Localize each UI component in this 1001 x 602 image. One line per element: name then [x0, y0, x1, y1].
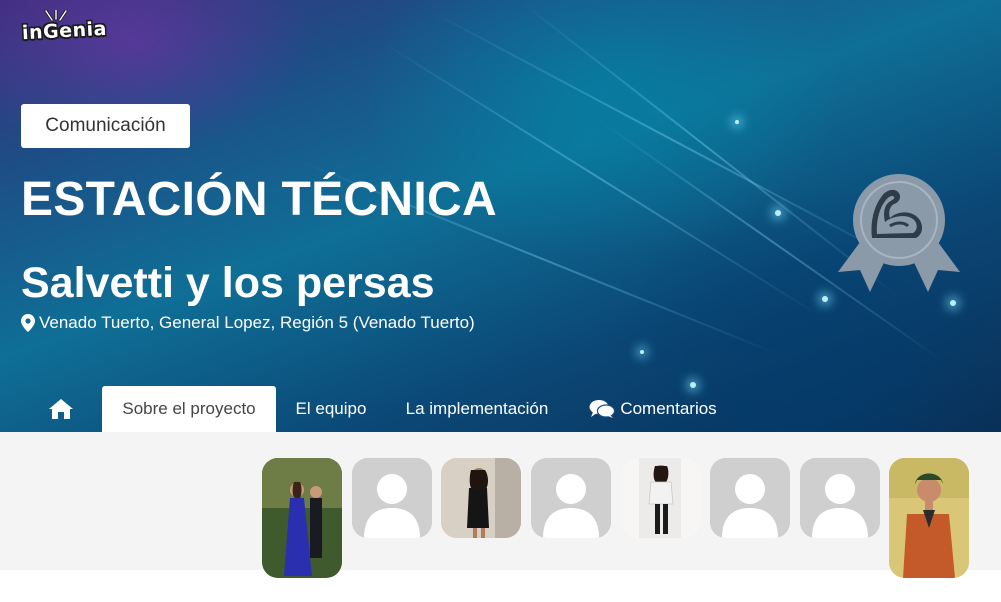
light-spark — [735, 120, 739, 124]
default-avatar-icon — [531, 458, 611, 538]
team-member-photo[interactable] — [621, 458, 701, 538]
team-members — [262, 458, 970, 582]
light-spark — [822, 296, 828, 302]
member-photo — [621, 458, 701, 538]
logo-text: inGenia — [21, 17, 108, 45]
light-spark — [950, 300, 956, 306]
home-icon — [49, 399, 73, 419]
light-spark — [775, 210, 781, 216]
comments-icon — [589, 400, 616, 418]
tab-sobre-el-proyecto[interactable]: Sobre el proyecto — [102, 386, 276, 432]
team-member-photo[interactable] — [441, 458, 521, 538]
default-avatar-icon — [800, 458, 880, 538]
map-pin-icon — [21, 314, 35, 332]
team-member-placeholder[interactable] — [800, 458, 880, 538]
team-member-placeholder[interactable] — [352, 458, 432, 538]
tab-comentarios[interactable]: Comentarios — [578, 386, 728, 432]
member-photo — [889, 458, 969, 578]
member-photo — [441, 458, 521, 538]
team-member-placeholder[interactable] — [531, 458, 611, 538]
team-member-photo[interactable] — [889, 458, 969, 578]
award-medal-icon — [838, 174, 960, 292]
project-location: Venado Tuerto, General Lopez, Región 5 (… — [21, 313, 475, 333]
light-spark — [640, 350, 644, 354]
tab-el-equipo[interactable]: El equipo — [284, 386, 378, 432]
tab-comentarios-label: Comentarios — [620, 399, 717, 418]
tab-la-implementacion[interactable]: La implementación — [392, 386, 562, 432]
team-member-photo[interactable] — [262, 458, 342, 578]
project-tabs: Sobre el proyecto El equipo La implement… — [0, 386, 1001, 432]
ingenia-logo[interactable]: inGenia — [20, 10, 130, 46]
member-photo — [262, 458, 342, 578]
project-name: Salvetti y los persas — [21, 259, 435, 307]
default-avatar-icon — [710, 458, 790, 538]
tab-home[interactable] — [40, 386, 82, 432]
location-text: Venado Tuerto, General Lopez, Región 5 (… — [39, 313, 475, 332]
team-member-placeholder[interactable] — [710, 458, 790, 538]
category-title: ESTACIÓN TÉCNICA — [21, 173, 497, 226]
category-badge: Comunicación — [21, 104, 190, 148]
default-avatar-icon — [352, 458, 432, 538]
